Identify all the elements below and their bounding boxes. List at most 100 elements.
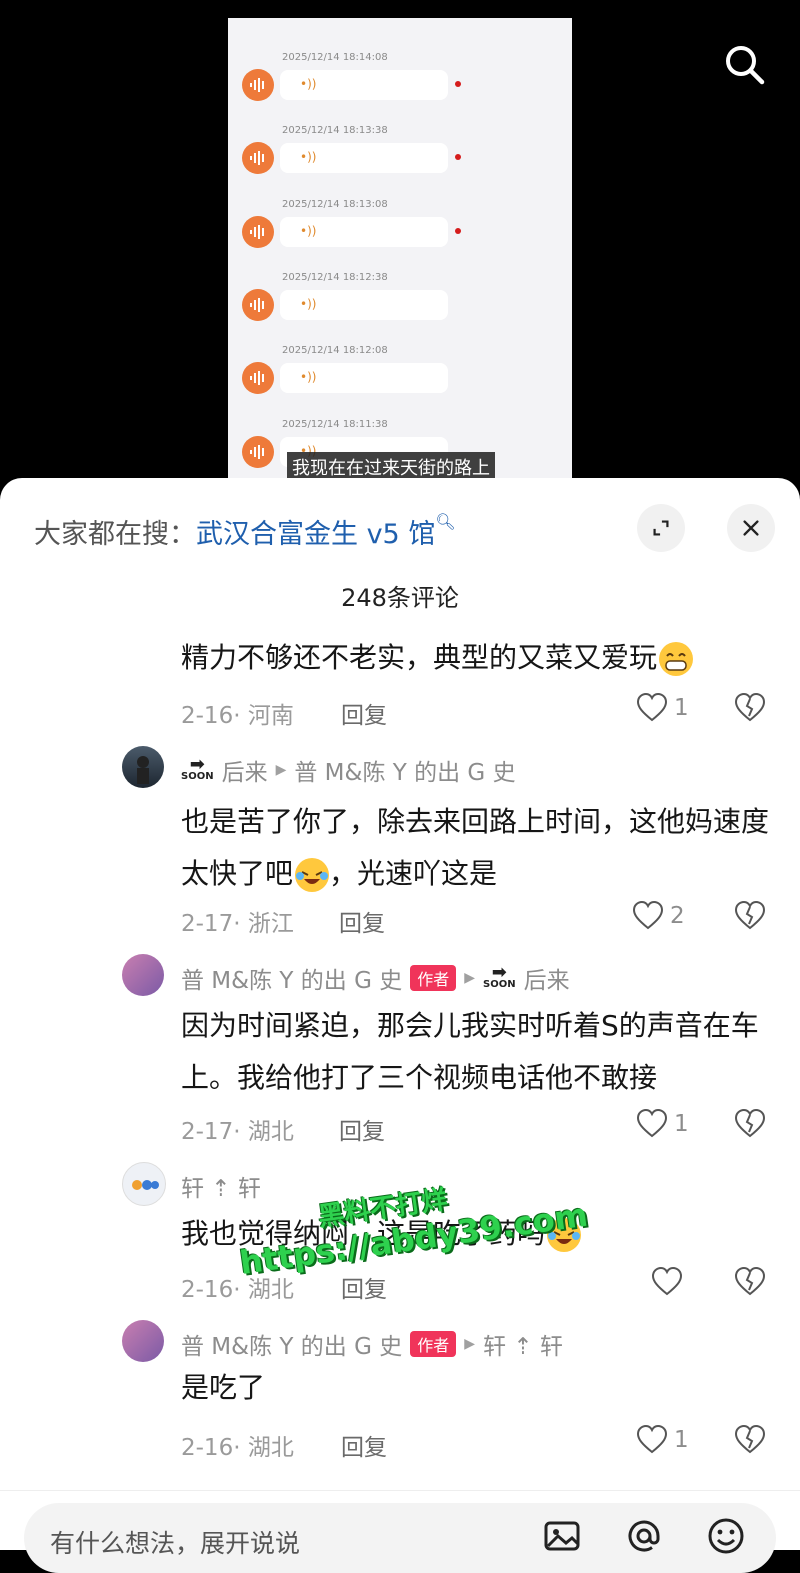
comment-count: 248条评论 [341,584,459,612]
voice-message: 2025/12/14 18:12:08 •)) [228,345,572,415]
reply-button[interactable]: 回复 [341,696,387,730]
dislike-icon[interactable] [734,1266,766,1298]
comment-meta: 2-16· 河南 [181,703,294,729]
comment-header: 轩 ⇡ 轩 [181,1169,261,1203]
video-player[interactable]: 2025/12/14 18:14:08 •)) 2025/12/14 18:13:3… [0,0,800,520]
dislike-icon[interactable] [734,692,766,724]
like-button[interactable]: 1 [636,1424,689,1456]
voice-wave-icon: •)) [300,150,317,165]
heart-icon [636,1424,668,1454]
voice-bubble: •)) [280,70,448,100]
reply-button[interactable]: 回复 [339,904,385,938]
heart-icon [651,1266,683,1296]
voice-avatar-icon [242,69,274,101]
voice-message: 2025/12/14 18:14:08 •)) [228,52,572,122]
chat-screenshot: 2025/12/14 18:14:08 •)) 2025/12/14 18:13:3… [228,18,572,488]
soon-arrow-icon: ➡ SOON [181,754,214,782]
voice-bubble: •)) [280,289,448,320]
unread-dot [455,81,461,87]
soon-arrow-icon: ➡ SOON [483,962,516,990]
like-button[interactable]: 1 [636,1108,689,1140]
reply-arrow-icon: ▶ [464,1336,476,1352]
voice-message: 2025/12/14 18:13:08 •)) [228,199,572,269]
heart-icon [632,900,664,930]
dislike-icon[interactable] [734,900,766,932]
hot-search-small-search-icon: 🔍︎ [435,512,456,531]
search-icon[interactable] [722,42,766,86]
like-button[interactable]: 1 [636,692,689,724]
dislike-icon[interactable] [734,1424,766,1456]
author-badge: 作者 [410,1331,457,1357]
comment-author[interactable]: 普 M&陈 Y 的出 G 史 [181,1327,402,1361]
comment-author[interactable]: 后来 [222,753,268,787]
unread-dot [455,154,461,161]
comment-header: 普 M&陈 Y 的出 G 史 作者 ▶ ➡ SOON 后来 [181,961,570,995]
like-count: 1 [674,695,689,721]
voice-message-time: 2025/12/14 18:12:38 [282,271,388,283]
avatar[interactable] [122,1320,164,1362]
comment-text: 是吃了 [181,1371,266,1404]
reply-to-name[interactable]: 普 M&陈 Y 的出 G 史 [294,753,515,787]
voice-bubble: •)) [280,216,448,247]
image-icon[interactable] [542,1516,582,1556]
comment-text: 精力不够还不老实，典型的又菜又爱玩 [181,632,771,684]
like-count: 1 [674,1111,689,1137]
voice-message-time: 2025/12/14 18:12:08 [282,345,388,357]
voice-avatar-icon [242,142,274,175]
expand-button[interactable] [637,504,685,552]
mention-icon[interactable] [624,1516,664,1556]
voice-message: 2025/12/14 18:13:38 •)) [228,125,572,195]
like-button[interactable]: 2 [632,900,685,932]
expand-icon [653,520,669,536]
voice-avatar-icon [242,288,274,321]
heart-icon [636,1108,668,1138]
reply-arrow-icon: ▶ [275,762,287,778]
like-button[interactable] [651,1266,689,1298]
hot-search-prefix: 大家都在搜： [34,519,196,550]
voice-wave-icon: •)) [300,296,317,311]
laugh-cry-emoji-icon [295,858,330,892]
voice-message-time: 2025/12/14 18:14:08 [282,52,388,63]
reply-to-name[interactable]: 轩 ⇡ 轩 [483,1327,563,1361]
grin-emoji-icon [659,642,694,676]
comment-meta: 2-16· 湖北 [181,1435,294,1461]
unread-dot [455,227,461,234]
voice-bubble: •)) [280,143,448,174]
comment-header: ➡ SOON 后来 ▶ 普 M&陈 Y 的出 G 史 [181,753,516,787]
comment-author[interactable]: 轩 ⇡ 轩 [181,1169,261,1203]
reply-to-name[interactable]: 后来 [524,961,570,995]
comment-meta: 2-17· 浙江 [181,911,294,937]
voice-avatar-icon [242,215,274,248]
hot-search-keyword[interactable]: 武汉合富金生 v5 馆 [196,519,435,550]
comment-text: 也是苦了你了，除去来回路上时间，这他妈速度太快了吧 ，光速吖这是 [181,805,770,892]
reply-button[interactable]: 回复 [341,1428,387,1462]
voice-bubble: •)) [280,363,448,394]
hot-search-link[interactable]: 大家都在搜：武汉合富金生 v5 馆🔍︎ [34,512,456,551]
close-button[interactable] [727,504,775,552]
heart-icon [636,692,668,722]
avatar[interactable] [122,746,164,788]
reply-button[interactable]: 回复 [339,1112,385,1146]
reply-arrow-icon: ▶ [464,970,476,986]
reply-button[interactable]: 回复 [341,1270,387,1304]
comment-meta: 2-17· 湖北 [181,1119,294,1145]
dislike-icon[interactable] [734,1108,766,1140]
voice-message-time: 2025/12/14 18:11:38 [282,418,388,430]
voice-wave-icon: •)) [300,223,317,238]
comment-input-placeholder[interactable]: 有什么想法，展开说说 [50,1524,300,1560]
comment-header: 普 M&陈 Y 的出 G 史 作者 ▶ 轩 ⇡ 轩 [181,1327,563,1361]
author-badge: 作者 [410,965,457,991]
like-count: 2 [670,903,685,929]
emoji-icon[interactable] [706,1516,746,1556]
voice-avatar-icon [242,362,274,395]
avatar[interactable] [122,954,164,996]
voice-wave-icon: •)) [300,77,317,91]
voice-message-time: 2025/12/14 18:13:38 [282,125,388,137]
comment-author[interactable]: 普 M&陈 Y 的出 G 史 [181,961,402,995]
like-count: 1 [674,1427,689,1453]
voice-avatar-icon [242,435,274,468]
voice-message-time: 2025/12/14 18:13:08 [282,198,388,210]
avatar[interactable] [122,1162,166,1206]
comment-text: 因为时间紧迫，那会儿我实时听着S的声音在车上。我给他打了三个视频电话他不敢接 [181,1009,759,1094]
comment-sheet: 大家都在搜：武汉合富金生 v5 馆🔍︎ 248条评论 精力不够还不老实，典型的又… [0,478,800,1549]
